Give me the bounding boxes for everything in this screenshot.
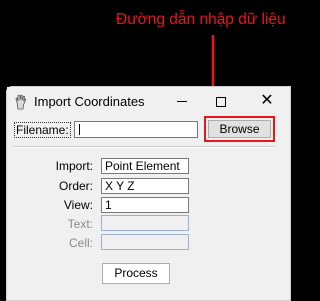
process-button[interactable]: Process (102, 263, 170, 284)
close-icon: ✕ (260, 92, 274, 109)
maximize-icon (216, 97, 226, 107)
filename-label: Filename: (14, 122, 71, 138)
maximize-button[interactable] (206, 90, 236, 112)
import-label: Import: (55, 159, 93, 173)
separator (13, 146, 275, 148)
cell-label: Cell: (68, 236, 93, 250)
minimize-icon (177, 101, 187, 102)
cell-field (101, 234, 189, 250)
view-label: View: (63, 198, 93, 212)
filename-input[interactable] (74, 121, 198, 138)
text-field (101, 215, 189, 231)
window-title: Import Coordinates (34, 94, 145, 109)
text-label: Text: (67, 217, 93, 231)
import-field[interactable]: Point Element (101, 158, 189, 174)
annotation-text: Đường dẫn nhập dữ liệu (116, 11, 286, 28)
view-field[interactable]: 1 (101, 197, 189, 213)
text-caret (79, 124, 80, 135)
title-bar: Import Coordinates ✕ (7, 87, 290, 117)
order-field[interactable]: X Y Z (101, 178, 189, 194)
hand-icon (15, 94, 27, 110)
browse-button[interactable]: Browse (208, 120, 271, 138)
minimize-button[interactable] (167, 90, 197, 112)
close-button[interactable]: ✕ (252, 90, 282, 112)
import-dialog: Import Coordinates ✕ Filename: Browse Im… (6, 86, 291, 301)
order-label: Order: (58, 179, 93, 193)
